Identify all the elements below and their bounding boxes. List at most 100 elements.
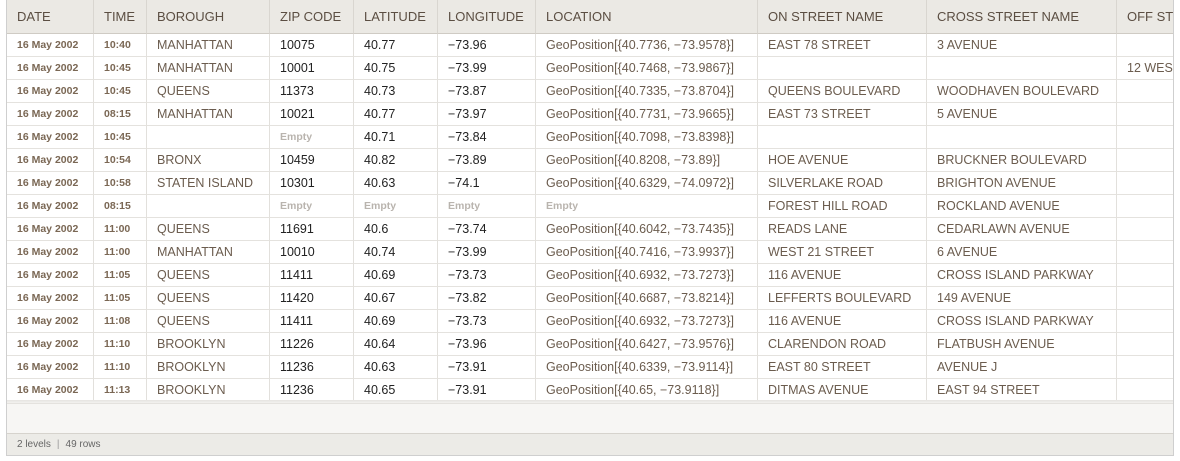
cell-zip-code[interactable]: 11691 [270, 218, 354, 241]
cell-location[interactable]: GeoPosition[{40.6427, −73.9576}] [536, 333, 758, 356]
cell-borough[interactable]: MANHATTAN [147, 103, 270, 126]
cell-time[interactable]: 10:45 [94, 126, 147, 149]
cell-time[interactable]: 11:05 [94, 287, 147, 310]
cell-borough[interactable]: BROOKLYN [147, 356, 270, 379]
cell-cross-street-name[interactable]: 5 AVENUE [927, 103, 1117, 126]
cell-on-street-name[interactable]: EAST 80 STREET [758, 356, 927, 379]
cell-borough[interactable] [147, 195, 270, 218]
cell-borough[interactable]: STATEN ISLAND [147, 172, 270, 195]
cell-longitude[interactable]: −73.84 [438, 126, 536, 149]
cell-location[interactable]: GeoPosition[{40.7335, −73.8704}] [536, 80, 758, 103]
cell-date[interactable]: 16 May 2002 [7, 241, 94, 264]
cell-location[interactable]: GeoPosition[{40.7416, −73.9937}] [536, 241, 758, 264]
cell-borough[interactable]: QUEENS [147, 287, 270, 310]
column-header-latitude[interactable]: LATITUDE [354, 0, 438, 34]
cell-location[interactable]: GeoPosition[{40.6042, −73.7435}] [536, 218, 758, 241]
cell-zip-code[interactable]: 10075 [270, 34, 354, 57]
cell-zip-code[interactable]: 10021 [270, 103, 354, 126]
cell-zip-code[interactable]: 11411 [270, 310, 354, 333]
column-header-time[interactable]: TIME [94, 0, 147, 34]
cell-off-street-name[interactable] [1117, 126, 1173, 149]
cell-borough[interactable]: BROOKLYN [147, 333, 270, 356]
cell-longitude[interactable]: −74.1 [438, 172, 536, 195]
cell-location[interactable]: GeoPosition[{40.6329, −74.0972}] [536, 172, 758, 195]
cell-off-street-name[interactable] [1117, 172, 1173, 195]
cell-borough[interactable]: MANHATTAN [147, 34, 270, 57]
cell-date[interactable]: 16 May 2002 [7, 379, 94, 402]
cell-latitude[interactable]: 40.77 [354, 34, 438, 57]
cell-on-street-name[interactable]: READS LANE [758, 218, 927, 241]
cell-longitude[interactable]: −73.91 [438, 356, 536, 379]
cell-off-street-name[interactable] [1117, 149, 1173, 172]
cell-location[interactable]: GeoPosition[{40.7731, −73.9665}] [536, 103, 758, 126]
cell-latitude[interactable]: 40.75 [354, 57, 438, 80]
cell-date[interactable]: 16 May 2002 [7, 126, 94, 149]
cell-latitude[interactable]: 40.73 [354, 80, 438, 103]
cell-cross-street-name[interactable]: 3 AVENUE [927, 34, 1117, 57]
cell-cross-street-name[interactable]: BRUCKNER BOULEVARD [927, 149, 1117, 172]
cell-location[interactable]: GeoPosition[{40.6932, −73.7273}] [536, 310, 758, 333]
cell-borough[interactable]: QUEENS [147, 80, 270, 103]
cell-on-street-name[interactable]: DITMAS AVENUE [758, 379, 927, 402]
cell-date[interactable]: 16 May 2002 [7, 333, 94, 356]
cell-time[interactable]: 10:54 [94, 149, 147, 172]
cell-date[interactable]: 16 May 2002 [7, 287, 94, 310]
cell-latitude[interactable]: 40.74 [354, 241, 438, 264]
cell-on-street-name[interactable]: WEST 21 STREET [758, 241, 927, 264]
cell-cross-street-name[interactable] [927, 126, 1117, 149]
cell-on-street-name[interactable]: 116 AVENUE [758, 310, 927, 333]
cell-date[interactable]: 16 May 2002 [7, 310, 94, 333]
cell-longitude[interactable]: −73.96 [438, 333, 536, 356]
cell-date[interactable]: 16 May 2002 [7, 356, 94, 379]
cell-zip-code[interactable]: 11236 [270, 379, 354, 402]
cell-zip-code[interactable]: 11373 [270, 80, 354, 103]
cell-latitude[interactable]: 40.71 [354, 126, 438, 149]
cell-borough[interactable]: BROOKLYN [147, 379, 270, 402]
cell-latitude[interactable]: 40.77 [354, 103, 438, 126]
column-header-date[interactable]: DATE [7, 0, 94, 34]
cell-off-street-name[interactable] [1117, 310, 1173, 333]
cell-cross-street-name[interactable]: CROSS ISLAND PARKWAY [927, 310, 1117, 333]
cell-borough[interactable]: MANHATTAN [147, 57, 270, 80]
cell-latitude[interactable]: 40.6 [354, 218, 438, 241]
cell-date[interactable]: 16 May 2002 [7, 103, 94, 126]
cell-borough[interactable]: QUEENS [147, 264, 270, 287]
cell-date[interactable]: 16 May 2002 [7, 149, 94, 172]
cell-borough[interactable]: QUEENS [147, 310, 270, 333]
cell-off-street-name[interactable]: 12 WES [1117, 57, 1173, 80]
cell-location[interactable]: GeoPosition[{40.7098, −73.8398}] [536, 126, 758, 149]
cell-on-street-name[interactable]: EAST 73 STREET [758, 103, 927, 126]
cell-zip-code[interactable]: 10459 [270, 149, 354, 172]
cell-time[interactable]: 08:15 [94, 103, 147, 126]
cell-off-street-name[interactable] [1117, 103, 1173, 126]
cell-zip-code[interactable]: 10301 [270, 172, 354, 195]
cell-latitude[interactable]: 40.67 [354, 287, 438, 310]
cell-zip-code[interactable]: 11420 [270, 287, 354, 310]
cell-longitude[interactable]: −73.87 [438, 80, 536, 103]
cell-location[interactable]: GeoPosition[{40.7736, −73.9578}] [536, 34, 758, 57]
cell-off-street-name[interactable] [1117, 379, 1173, 402]
cell-longitude[interactable]: −73.97 [438, 103, 536, 126]
cell-on-street-name[interactable]: LEFFERTS BOULEVARD [758, 287, 927, 310]
cell-zip-code[interactable]: 11226 [270, 333, 354, 356]
cell-date[interactable]: 16 May 2002 [7, 34, 94, 57]
cell-zip-code[interactable]: 10001 [270, 57, 354, 80]
cell-cross-street-name[interactable]: ROCKLAND AVENUE [927, 195, 1117, 218]
cell-on-street-name[interactable]: QUEENS BOULEVARD [758, 80, 927, 103]
cell-time[interactable]: 11:00 [94, 218, 147, 241]
cell-longitude[interactable]: −73.73 [438, 264, 536, 287]
cell-cross-street-name[interactable]: WOODHAVEN BOULEVARD [927, 80, 1117, 103]
cell-time[interactable]: 11:05 [94, 264, 147, 287]
cell-time[interactable]: 08:15 [94, 195, 147, 218]
cell-cross-street-name[interactable]: CROSS ISLAND PARKWAY [927, 264, 1117, 287]
cell-longitude[interactable]: −73.91 [438, 379, 536, 402]
cell-longitude[interactable]: −73.99 [438, 57, 536, 80]
cell-date[interactable]: 16 May 2002 [7, 264, 94, 287]
cell-latitude[interactable]: 40.63 [354, 172, 438, 195]
cell-location[interactable]: GeoPosition[{40.8208, −73.89}] [536, 149, 758, 172]
cell-longitude[interactable]: Empty [438, 195, 536, 218]
cell-time[interactable]: 10:45 [94, 80, 147, 103]
column-header-location[interactable]: LOCATION [536, 0, 758, 34]
cell-cross-street-name[interactable]: AVENUE J [927, 356, 1117, 379]
cell-cross-street-name[interactable]: EAST 94 STREET [927, 379, 1117, 402]
